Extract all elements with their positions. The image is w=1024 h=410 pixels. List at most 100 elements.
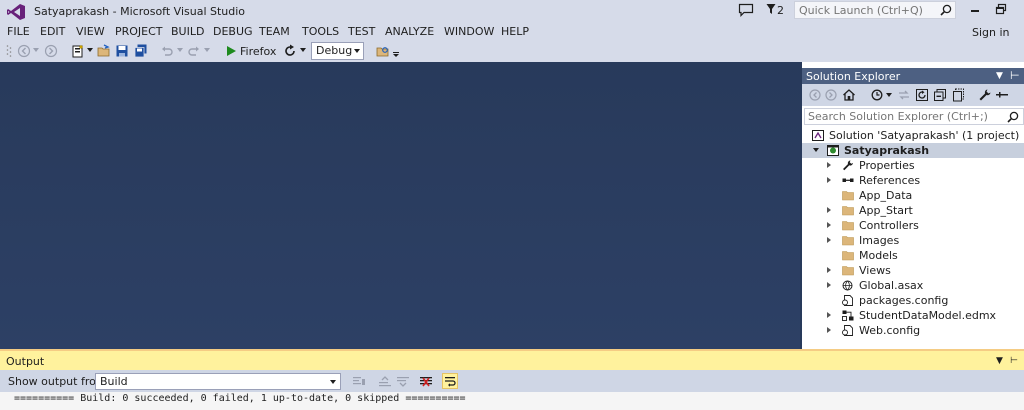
search-icon[interactable] xyxy=(1007,111,1019,123)
feedback-filter-icon[interactable] xyxy=(766,3,776,15)
folder-icon xyxy=(842,251,854,261)
tree-item-app-data[interactable]: App_Data xyxy=(802,188,1024,203)
menu-build[interactable]: BUILD xyxy=(171,25,204,38)
refresh-browser-icon[interactable] xyxy=(283,44,297,58)
menu-file[interactable]: FILE xyxy=(7,25,30,38)
menu-project[interactable]: PROJECT xyxy=(115,25,163,38)
run-target-label[interactable]: Firefox xyxy=(240,45,276,58)
show-all-files-icon[interactable] xyxy=(952,88,966,102)
quick-launch-box[interactable] xyxy=(794,1,956,19)
pin-icon[interactable]: ⊢ xyxy=(1010,69,1020,82)
expand-arrow-icon[interactable] xyxy=(827,327,831,333)
browser-dropdown-icon[interactable] xyxy=(300,48,306,53)
sync-with-document-icon[interactable] xyxy=(897,88,911,102)
tree-item-solution[interactable]: Solution 'Satyaprakash' (1 project) xyxy=(802,128,1024,143)
tree-item-label: Views xyxy=(859,264,891,277)
tree-item-properties[interactable]: Properties xyxy=(802,158,1024,173)
solution-configuration-dropdown[interactable]: Debug xyxy=(311,42,364,60)
filter-dropdown-icon[interactable] xyxy=(886,93,892,98)
menu-test[interactable]: TEST xyxy=(348,25,375,38)
pending-changes-filter-icon[interactable] xyxy=(870,88,884,102)
next-message-icon[interactable] xyxy=(396,375,410,388)
menu-analyze[interactable]: ANALYZE xyxy=(385,25,434,38)
tree-item-web-config[interactable]: Web.config xyxy=(802,323,1024,338)
previous-message-icon[interactable] xyxy=(378,375,392,388)
undo-dropdown-icon[interactable] xyxy=(177,48,183,53)
menu-debug[interactable]: DEBUG xyxy=(213,25,253,38)
tree-item-app-start[interactable]: App_Start xyxy=(802,203,1024,218)
redo-dropdown-icon[interactable] xyxy=(204,48,210,53)
references-icon xyxy=(842,178,854,182)
expand-arrow-icon[interactable] xyxy=(827,282,831,288)
expand-arrow-icon[interactable] xyxy=(827,177,831,183)
tree-item-views[interactable]: Views xyxy=(802,263,1024,278)
preview-selected-icon[interactable] xyxy=(995,88,1009,102)
save-all-icon[interactable] xyxy=(134,44,148,58)
se-forward-icon[interactable] xyxy=(824,88,838,102)
tree-item-student-data-model[interactable]: StudentDataModel.edmx xyxy=(802,308,1024,323)
tree-item-label: packages.config xyxy=(859,294,949,307)
menu-team[interactable]: TEAM xyxy=(259,25,290,38)
chevron-down-icon xyxy=(330,380,336,384)
clear-all-icon[interactable] xyxy=(419,375,433,388)
minimize-button[interactable] xyxy=(968,2,982,16)
toolbar-grip-icon[interactable] xyxy=(6,44,12,58)
menu-edit[interactable]: EDIT xyxy=(40,25,65,38)
tree-item-global-asax[interactable]: Global.asax xyxy=(802,278,1024,293)
tree-item-project[interactable]: Satyaprakash xyxy=(802,143,1024,158)
folder-icon xyxy=(842,266,854,276)
restore-button[interactable] xyxy=(994,2,1008,16)
tree-item-references[interactable]: References xyxy=(802,173,1024,188)
panel-options-icon[interactable]: ▼ xyxy=(996,356,1003,366)
find-message-icon[interactable] xyxy=(352,375,366,388)
expand-arrow-icon[interactable] xyxy=(827,312,831,318)
menu-bar: FILE EDIT VIEW PROJECT BUILD DEBUG TEAM … xyxy=(0,22,1024,40)
undo-icon[interactable] xyxy=(160,44,174,58)
navigate-back-icon[interactable] xyxy=(17,44,31,58)
collapse-arrow-icon[interactable] xyxy=(813,148,819,152)
expand-arrow-icon[interactable] xyxy=(827,207,831,213)
expand-arrow-icon[interactable] xyxy=(827,222,831,228)
tree-item-label: Images xyxy=(859,234,900,247)
output-source-value: Build xyxy=(100,375,128,388)
tree-item-images[interactable]: Images xyxy=(802,233,1024,248)
find-in-files-icon[interactable] xyxy=(376,44,390,58)
se-back-icon[interactable] xyxy=(808,88,822,102)
collapse-all-icon[interactable] xyxy=(933,88,947,102)
standard-toolbar xyxy=(0,40,1024,62)
redo-icon[interactable] xyxy=(187,44,201,58)
tree-item-controllers[interactable]: Controllers xyxy=(802,218,1024,233)
expand-arrow-icon[interactable] xyxy=(827,162,831,168)
start-debugging-icon[interactable] xyxy=(224,44,238,58)
menu-view[interactable]: VIEW xyxy=(76,25,105,38)
config-file-icon xyxy=(842,295,853,306)
menu-tools[interactable]: TOOLS xyxy=(302,25,339,38)
solution-explorer-search[interactable] xyxy=(804,108,1024,125)
tree-item-models[interactable]: Models xyxy=(802,248,1024,263)
save-icon[interactable] xyxy=(115,44,129,58)
solution-explorer-search-input[interactable] xyxy=(808,110,998,123)
properties-wrench-icon[interactable] xyxy=(978,88,992,102)
search-icon[interactable] xyxy=(940,4,952,16)
tree-item-packages-config[interactable]: packages.config xyxy=(802,293,1024,308)
back-dropdown-icon[interactable] xyxy=(33,48,39,53)
expand-arrow-icon[interactable] xyxy=(827,237,831,243)
output-source-dropdown[interactable]: Build xyxy=(95,373,341,390)
new-project-icon[interactable] xyxy=(71,44,85,58)
new-project-dropdown-icon[interactable] xyxy=(87,48,93,53)
menu-window[interactable]: WINDOW xyxy=(444,25,494,38)
navigate-forward-icon[interactable] xyxy=(44,44,58,58)
sign-in-link[interactable]: Sign in xyxy=(972,26,1010,39)
word-wrap-icon[interactable] xyxy=(442,373,458,389)
open-file-icon[interactable] xyxy=(97,44,111,58)
quick-launch-input[interactable] xyxy=(799,3,939,18)
home-icon[interactable] xyxy=(842,88,856,102)
refresh-icon[interactable] xyxy=(915,88,929,102)
notifications-icon[interactable] xyxy=(738,3,754,17)
expand-arrow-icon[interactable] xyxy=(827,267,831,273)
panel-options-icon[interactable]: ▼ xyxy=(996,71,1003,81)
toolbar-overflow-icon[interactable] xyxy=(393,52,399,57)
solution-explorer-title: Solution Explorer xyxy=(806,70,901,83)
menu-help[interactable]: HELP xyxy=(501,25,529,38)
pin-icon[interactable]: ⊢ xyxy=(1010,356,1018,366)
